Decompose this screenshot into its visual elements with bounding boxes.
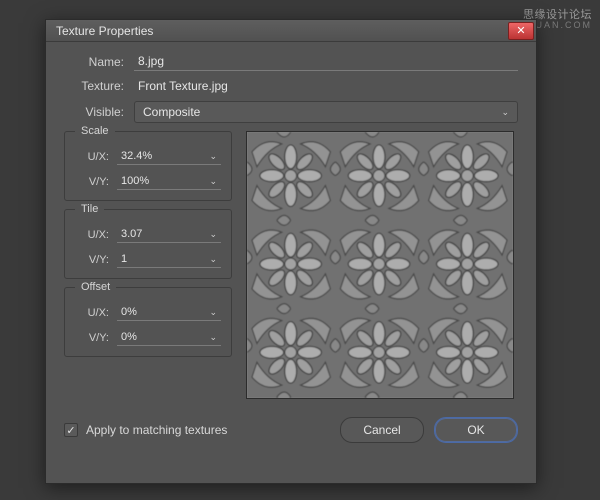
apply-checkbox-label: Apply to matching textures	[86, 423, 227, 437]
scale-ux-label: U/X:	[75, 151, 109, 163]
visible-select[interactable]: Composite ⌄	[134, 101, 518, 123]
offset-title: Offset	[75, 281, 116, 293]
tile-ux-input[interactable]: 3.07 ⌄	[117, 226, 221, 243]
dialog-title: Texture Properties	[56, 24, 153, 38]
offset-ux-label: U/X:	[75, 307, 109, 319]
dialog-content: Name: Texture: Front Texture.jpg Visible…	[46, 42, 536, 457]
name-input[interactable]	[134, 52, 518, 71]
visible-label: Visible:	[64, 105, 124, 119]
scale-vy-label: V/Y:	[75, 176, 109, 188]
offset-ux-input[interactable]: 0% ⌄	[117, 304, 221, 321]
scale-ux-input[interactable]: 32.4% ⌄	[117, 148, 221, 165]
texture-label: Texture:	[64, 79, 124, 93]
close-icon: ✕	[516, 24, 525, 37]
chevron-down-icon: ⌄	[209, 229, 217, 240]
check-icon: ✓	[66, 424, 75, 437]
offset-vy-input[interactable]: 0% ⌄	[117, 329, 221, 346]
tile-title: Tile	[75, 203, 104, 215]
tile-vy-input[interactable]: 1 ⌄	[117, 251, 221, 268]
close-button[interactable]: ✕	[508, 22, 534, 40]
scale-group: Scale U/X: 32.4% ⌄ V/Y: 100% ⌄	[64, 131, 232, 201]
chevron-down-icon: ⌄	[209, 332, 217, 343]
texture-properties-dialog: Texture Properties ✕ Name: Texture: Fron…	[45, 19, 537, 484]
scale-ux-value: 32.4%	[121, 150, 152, 162]
tile-group: Tile U/X: 3.07 ⌄ V/Y: 1 ⌄	[64, 209, 232, 279]
offset-vy-value: 0%	[121, 331, 137, 343]
ok-button[interactable]: OK	[434, 417, 518, 443]
scale-vy-value: 100%	[121, 175, 149, 187]
name-label: Name:	[64, 55, 124, 69]
texture-preview-image	[247, 132, 513, 398]
tile-ux-label: U/X:	[75, 229, 109, 241]
tile-vy-label: V/Y:	[75, 254, 109, 266]
texture-preview	[246, 131, 514, 399]
offset-ux-value: 0%	[121, 306, 137, 318]
scale-vy-input[interactable]: 100% ⌄	[117, 173, 221, 190]
chevron-down-icon: ⌄	[209, 176, 217, 187]
chevron-down-icon: ⌄	[209, 151, 217, 162]
offset-group: Offset U/X: 0% ⌄ V/Y: 0% ⌄	[64, 287, 232, 357]
chevron-down-icon: ⌄	[209, 307, 217, 318]
chevron-down-icon: ⌄	[501, 107, 509, 118]
cancel-button[interactable]: Cancel	[340, 417, 424, 443]
dialog-titlebar: Texture Properties ✕	[46, 20, 536, 42]
scale-title: Scale	[75, 125, 115, 137]
tile-ux-value: 3.07	[121, 228, 142, 240]
visible-select-value: Composite	[143, 105, 200, 119]
chevron-down-icon: ⌄	[209, 254, 217, 265]
tile-vy-value: 1	[121, 253, 127, 265]
apply-checkbox[interactable]: ✓	[64, 423, 78, 437]
offset-vy-label: V/Y:	[75, 332, 109, 344]
texture-value: Front Texture.jpg	[134, 77, 518, 95]
